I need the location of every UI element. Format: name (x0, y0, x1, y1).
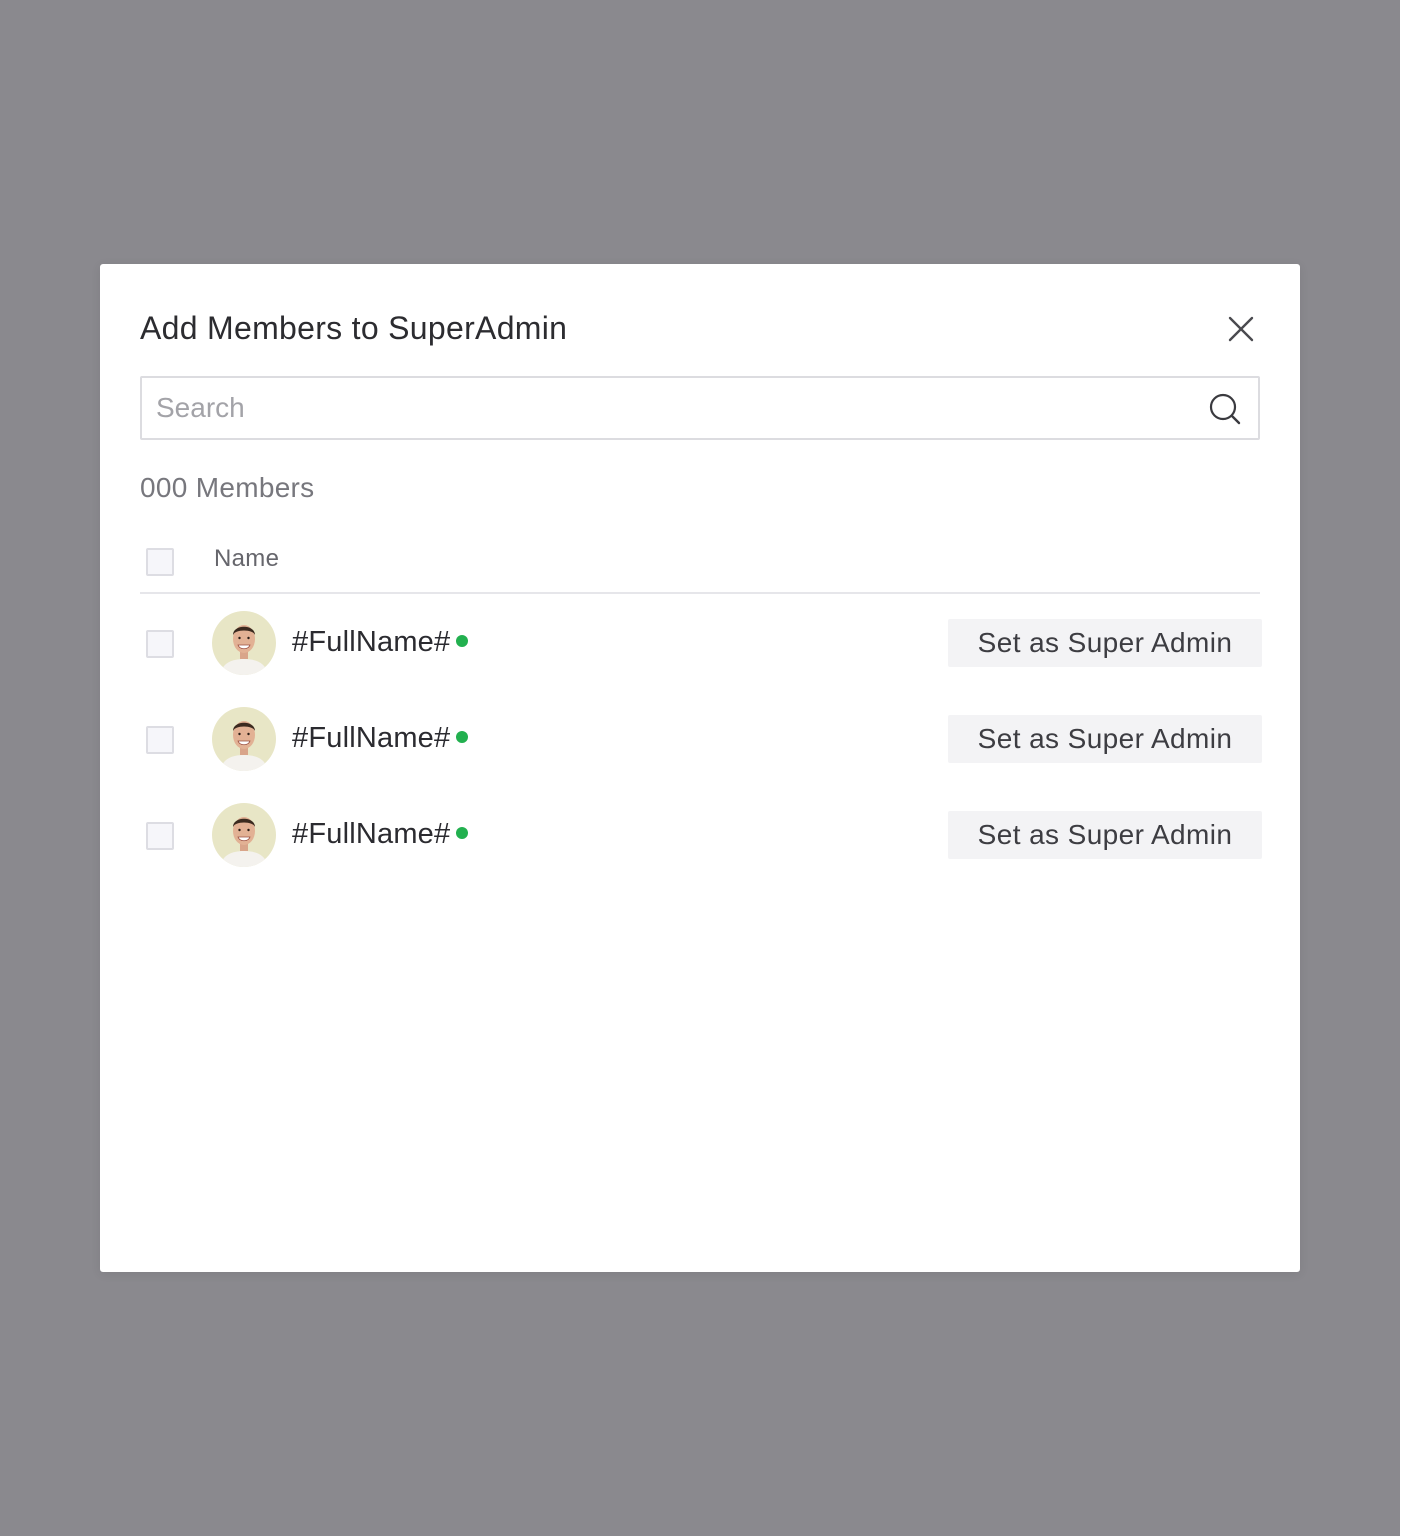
member-name: #FullName# (292, 818, 451, 850)
member-name-cell: #FullName# (292, 720, 469, 756)
set-super-admin-button[interactable]: Set as Super Admin (948, 715, 1262, 763)
row-checkbox[interactable] (146, 630, 174, 658)
close-icon[interactable] (1222, 310, 1260, 348)
member-count: 000 Members (140, 472, 315, 503)
search-input[interactable] (156, 378, 1186, 438)
row-checkbox[interactable] (146, 822, 174, 850)
table-row: #FullName# Set as Super Admin (140, 802, 1264, 868)
table-row: #FullName# Set as Super Admin (140, 610, 1264, 676)
online-status-indicator (456, 635, 469, 648)
set-super-admin-button[interactable]: Set as Super Admin (948, 811, 1262, 859)
set-super-admin-button[interactable]: Set as Super Admin (948, 619, 1262, 667)
search-field[interactable] (140, 376, 1260, 440)
close-button[interactable] (1222, 310, 1260, 348)
add-members-dialog: Add Members to SuperAdmin 000 Members Na… (100, 264, 1300, 1272)
member-name-cell: #FullName# (292, 816, 469, 852)
row-checkbox[interactable] (146, 726, 174, 754)
online-status-indicator (456, 731, 469, 744)
avatar (212, 611, 276, 675)
member-name-cell: #FullName# (292, 624, 469, 660)
table-row: #FullName# Set as Super Admin (140, 706, 1264, 772)
dialog-title: Add Members to SuperAdmin (140, 310, 568, 346)
avatar (212, 803, 276, 867)
table-header: Name (140, 528, 1260, 594)
column-header-name: Name (214, 545, 280, 572)
member-name: #FullName# (292, 722, 451, 754)
online-status-indicator (456, 827, 469, 840)
select-all-checkbox[interactable] (146, 548, 174, 576)
member-name: #FullName# (292, 626, 451, 658)
search-icon[interactable] (1208, 392, 1242, 426)
avatar (212, 707, 276, 771)
